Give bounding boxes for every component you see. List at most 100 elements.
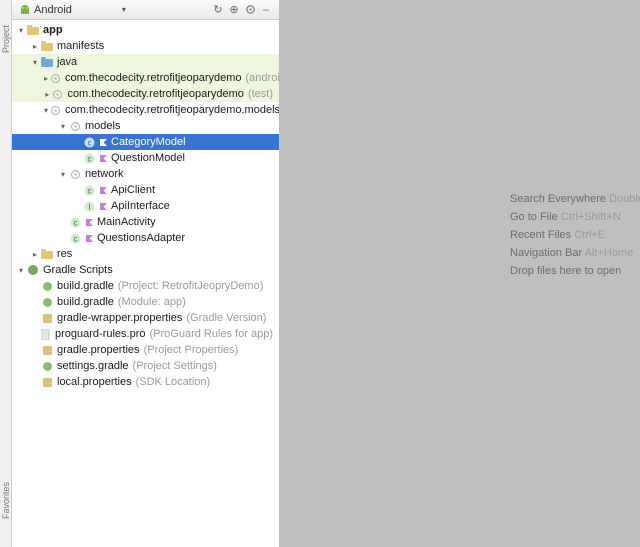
class-icon: c	[82, 183, 96, 197]
android-icon	[18, 3, 32, 17]
hint-recent-files: Recent Files Ctrl+E	[510, 226, 640, 244]
tree-node-categorymodel[interactable]: c CategoryModel	[12, 134, 279, 150]
tree-node-manifests[interactable]: ▸ manifests	[12, 38, 279, 54]
package-icon	[48, 103, 62, 117]
file-icon	[38, 327, 52, 341]
panel-title[interactable]: Android	[34, 4, 72, 16]
expand-button[interactable]: ⊕	[227, 3, 241, 17]
tree-node-models[interactable]: ▾ models	[12, 118, 279, 134]
class-icon: c	[68, 215, 82, 229]
project-tool-window: Android ▾ ↻ ⊕ – ▾ app ▸ manifests ▾	[12, 0, 280, 547]
class-icon: c	[82, 151, 96, 165]
tree-label: Gradle Scripts	[43, 264, 113, 276]
tree-node-build-gradle-project[interactable]: build.gradle (Project: RetrofitJeopryDem…	[12, 278, 279, 294]
gear-icon[interactable]	[243, 3, 257, 17]
tree-node-pkg-androidtest[interactable]: ▸ com.thecodecity.retrofitjeoparydemo (a…	[12, 70, 279, 86]
hint-search-everywhere: Search Everywhere Double Shift	[510, 190, 640, 208]
chevron-down-icon: ▾	[16, 26, 26, 35]
hint-navigation-bar: Navigation Bar Alt+Home	[510, 244, 640, 262]
kotlin-badge-icon	[99, 183, 107, 197]
tree-label: gradle-wrapper.properties	[57, 312, 182, 324]
tree-node-build-gradle-module[interactable]: build.gradle (Module: app)	[12, 294, 279, 310]
tree-node-gradle-scripts[interactable]: ▾ Gradle Scripts	[12, 262, 279, 278]
tree-node-mainactivity[interactable]: c MainActivity	[12, 214, 279, 230]
tree-node-local-properties[interactable]: local.properties (SDK Location)	[12, 374, 279, 390]
tree-label: QuestionsAdapter	[97, 232, 185, 244]
panel-view-dropdown-icon[interactable]: ▾	[122, 5, 126, 14]
tree-label: ApiClient	[111, 184, 155, 196]
svg-text:c: c	[73, 234, 77, 243]
properties-file-icon	[40, 343, 54, 357]
tree-label: res	[57, 248, 72, 260]
properties-file-icon	[40, 311, 54, 325]
gutter-project[interactable]: Project	[1, 20, 11, 58]
tree-label: proguard-rules.pro	[55, 328, 146, 340]
hint-go-to-file: Go to File Ctrl+Shift+N	[510, 208, 640, 226]
hide-button[interactable]: –	[259, 3, 273, 17]
tree-node-questionmodel[interactable]: c QuestionModel	[12, 150, 279, 166]
tree-hint: (Module: app)	[118, 296, 186, 308]
folder-icon	[40, 39, 54, 53]
package-icon	[50, 87, 64, 101]
tree-node-res[interactable]: ▸ res	[12, 246, 279, 262]
chevron-down-icon: ▾	[58, 170, 68, 179]
chevron-down-icon: ▾	[58, 122, 68, 131]
tree-hint: (SDK Location)	[136, 376, 211, 388]
editor-empty-area[interactable]: Search Everywhere Double Shift Go to Fil…	[280, 0, 640, 547]
chevron-down-icon: ▾	[30, 58, 40, 67]
tree-label: local.properties	[57, 376, 132, 388]
tree-hint: (test)	[248, 88, 273, 100]
tree-node-apiclient[interactable]: c ApiClient	[12, 182, 279, 198]
tree-label: MainActivity	[97, 216, 156, 228]
module-icon	[26, 23, 40, 37]
tree-node-pkg-test[interactable]: ▸ com.thecodecity.retrofitjeoparydemo (t…	[12, 86, 279, 102]
chevron-right-icon: ▸	[30, 42, 40, 51]
navigation-hints: Search Everywhere Double Shift Go to Fil…	[510, 190, 640, 280]
tree-label: java	[57, 56, 77, 68]
hint-drop-files: Drop files here to open	[510, 262, 640, 280]
chevron-right-icon: ▸	[30, 250, 40, 259]
package-icon	[68, 167, 82, 181]
tree-label: QuestionModel	[111, 152, 185, 164]
sync-button[interactable]: ↻	[211, 3, 225, 17]
folder-icon	[40, 55, 54, 69]
tree-label: gradle.properties	[57, 344, 140, 356]
tree-label: models	[85, 120, 120, 132]
tree-hint: (Gradle Version)	[186, 312, 266, 324]
project-tree[interactable]: ▾ app ▸ manifests ▾ java ▸ com.th	[12, 20, 279, 547]
tree-node-gradle-wrapper[interactable]: gradle-wrapper.properties (Gradle Versio…	[12, 310, 279, 326]
kotlin-badge-icon	[85, 215, 93, 229]
tree-node-proguard[interactable]: proguard-rules.pro (ProGuard Rules for a…	[12, 326, 279, 342]
tree-node-settings-gradle[interactable]: settings.gradle (Project Settings)	[12, 358, 279, 374]
package-icon	[48, 71, 62, 85]
kotlin-badge-icon	[99, 199, 107, 213]
tree-label: com.thecodecity.retrofitjeoparydemo.mode…	[65, 104, 279, 116]
tree-node-pkg-models[interactable]: ▾ com.thecodecity.retrofitjeoparydemo.mo…	[12, 102, 279, 118]
tree-label: manifests	[57, 40, 104, 52]
tree-node-questionsadapter[interactable]: c QuestionsAdapter	[12, 230, 279, 246]
svg-text:c: c	[73, 218, 77, 227]
gutter-favorites[interactable]: Favorites	[1, 477, 11, 524]
tree-hint: (ProGuard Rules for app)	[150, 328, 274, 340]
svg-text:I: I	[88, 202, 90, 211]
svg-text:c: c	[87, 154, 91, 163]
gradle-icon	[26, 263, 40, 277]
tree-node-apiinterface[interactable]: I ApiInterface	[12, 198, 279, 214]
tree-label: ApiInterface	[111, 200, 170, 212]
chevron-down-icon: ▾	[16, 266, 26, 275]
gradle-file-icon	[40, 279, 54, 293]
tree-node-network[interactable]: ▾ network	[12, 166, 279, 182]
tree-hint: (androidTest)	[246, 72, 279, 84]
tree-label: settings.gradle	[57, 360, 129, 372]
kotlin-badge-icon	[99, 151, 107, 165]
svg-text:c: c	[87, 138, 91, 147]
kotlin-badge-icon	[85, 231, 93, 245]
tree-node-app[interactable]: ▾ app	[12, 22, 279, 38]
gradle-file-icon	[40, 295, 54, 309]
tree-node-java[interactable]: ▾ java	[12, 54, 279, 70]
tree-label: app	[43, 24, 63, 36]
tree-node-gradle-properties[interactable]: gradle.properties (Project Properties)	[12, 342, 279, 358]
left-tool-gutter: Project Favorites	[0, 0, 12, 547]
tree-label: network	[85, 168, 124, 180]
class-icon: c	[82, 135, 96, 149]
